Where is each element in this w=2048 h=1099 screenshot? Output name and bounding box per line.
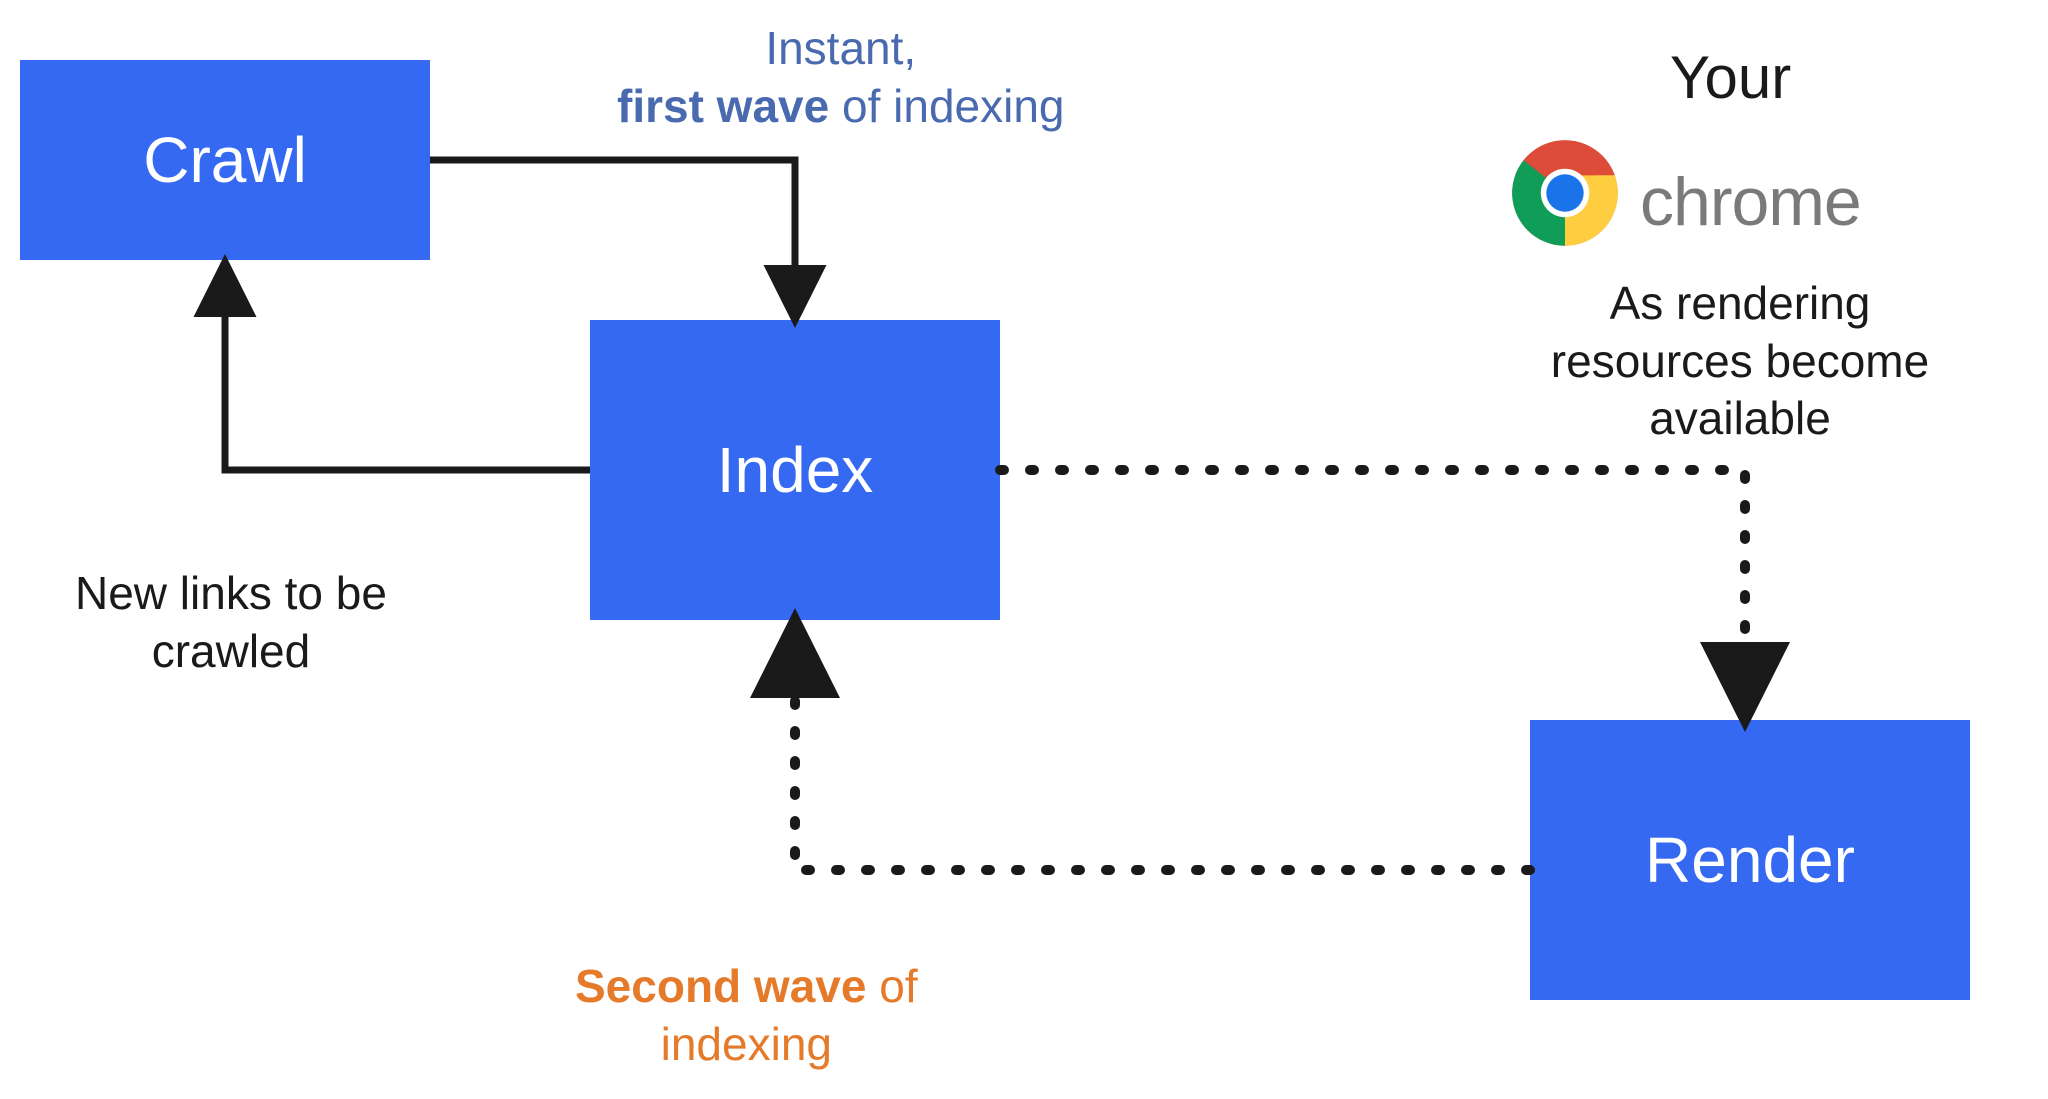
first-wave-after: of indexing: [829, 80, 1064, 132]
new-links-line2: crawled: [152, 625, 311, 677]
edge-crawl-to-index: [430, 160, 795, 314]
label-second-wave: Second wave of indexing: [575, 958, 918, 1073]
node-render-label: Render: [1645, 823, 1855, 897]
edge-index-to-render: [1000, 470, 1745, 712]
node-crawl: Crawl: [20, 60, 430, 260]
node-render: Render: [1530, 720, 1970, 1000]
label-first-wave: Instant, first wave of indexing: [617, 20, 1065, 135]
first-wave-bold: first wave: [617, 80, 829, 132]
label-chrome: chrome: [1640, 160, 1861, 245]
second-wave-line2: indexing: [661, 1018, 832, 1070]
second-wave-bold: Second wave: [575, 960, 866, 1012]
rendering-line2: resources become: [1551, 335, 1929, 387]
rendering-line1: As rendering: [1610, 277, 1871, 329]
chrome-icon: [1510, 138, 1620, 248]
node-index: Index: [590, 320, 1000, 620]
label-your: Your: [1670, 40, 1791, 115]
label-new-links: New links to be crawled: [75, 565, 387, 680]
node-crawl-label: Crawl: [143, 123, 307, 197]
first-wave-line1: Instant,: [765, 22, 916, 74]
node-index-label: Index: [717, 433, 874, 507]
label-rendering-resources: As rendering resources become available: [1530, 275, 1950, 448]
second-wave-after: of: [866, 960, 917, 1012]
new-links-line1: New links to be: [75, 567, 387, 619]
rendering-line3: available: [1649, 392, 1831, 444]
edge-render-to-index: [795, 628, 1530, 870]
edge-index-to-crawl: [225, 268, 590, 470]
